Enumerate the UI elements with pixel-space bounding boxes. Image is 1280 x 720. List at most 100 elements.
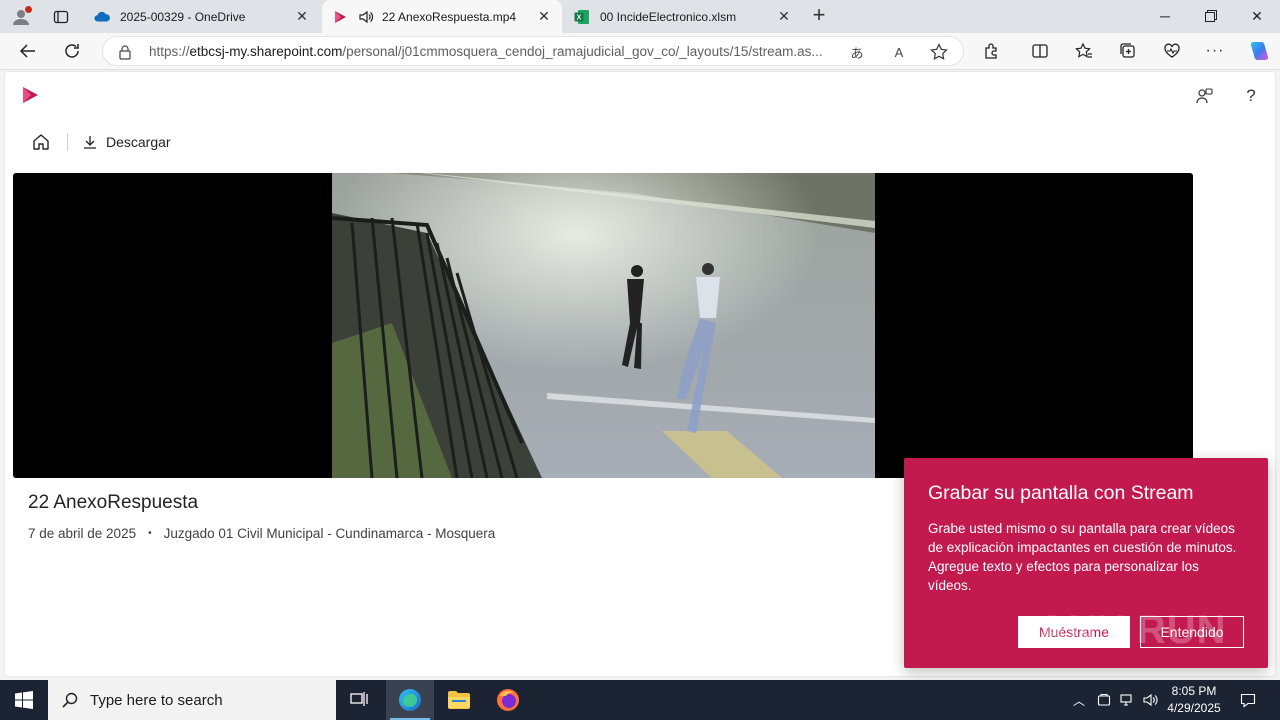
taskbar-file-explorer[interactable] bbox=[435, 680, 483, 720]
video-surveillance-frame bbox=[332, 173, 875, 478]
windows-taskbar: Type here to search ︿ 8:05 PM 4/29/2025 bbox=[0, 680, 1280, 720]
search-placeholder: Type here to search bbox=[90, 691, 223, 709]
home-button[interactable] bbox=[25, 130, 57, 154]
arrow-left-icon bbox=[19, 44, 35, 58]
taskbar-clock[interactable]: 8:05 PM 4/29/2025 bbox=[1156, 683, 1232, 717]
split-screen-icon bbox=[1032, 44, 1048, 58]
tab-label: 22 AnexoRespuesta.mp4 bbox=[382, 9, 517, 24]
browser-toolbar: https://etbcsj-my.sharepoint.com/persona… bbox=[0, 33, 1280, 70]
refresh-button[interactable] bbox=[57, 37, 87, 65]
tab-actions-icon bbox=[53, 10, 69, 24]
heart-pulse-icon bbox=[1164, 43, 1180, 58]
feedback-icon bbox=[1196, 88, 1213, 104]
record-screen-callout: Grabar su pantalla con Stream Grabe uste… bbox=[904, 458, 1268, 668]
url-path: /personal/j01cmmosquera_cendoj_ramajudic… bbox=[342, 44, 823, 59]
feedback-button[interactable] bbox=[1192, 84, 1216, 108]
search-icon bbox=[62, 692, 78, 708]
back-button[interactable] bbox=[13, 37, 43, 65]
new-tab-button[interactable]: + bbox=[806, 3, 832, 29]
clock-time: 8:05 PM bbox=[1171, 684, 1217, 698]
video-title: 22 AnexoRespuesta bbox=[28, 492, 199, 513]
clock-date: 4/29/2025 bbox=[1167, 701, 1221, 715]
edge-icon bbox=[399, 689, 421, 711]
command-bar: Descargar bbox=[25, 130, 171, 154]
start-button[interactable] bbox=[0, 680, 48, 720]
url-text: https://etbcsj-my.sharepoint.com/persona… bbox=[149, 44, 849, 59]
copilot-icon bbox=[1250, 42, 1269, 60]
refresh-icon bbox=[65, 44, 79, 58]
stream-logo-icon bbox=[23, 87, 38, 103]
show-me-button[interactable]: Muéstrame bbox=[1018, 616, 1130, 648]
more-dots-icon: ··· bbox=[1205, 42, 1225, 59]
defender-tray-icon[interactable] bbox=[1093, 680, 1115, 720]
callout-title: Grabar su pantalla con Stream bbox=[928, 482, 1194, 504]
translate-icon[interactable]: あ bbox=[847, 42, 867, 62]
address-bar[interactable]: https://etbcsj-my.sharepoint.com/persona… bbox=[102, 36, 964, 66]
close-icon: ✕ bbox=[1251, 7, 1263, 24]
browser-tab-strip: 2025-00329 - OneDrive ✕ 22 AnexoRespuest… bbox=[0, 0, 1280, 33]
tab-label: 2025-00329 - OneDrive bbox=[120, 9, 246, 24]
callout-body: Grabe usted mismo o su pantalla para cre… bbox=[928, 521, 1237, 593]
extensions-button[interactable] bbox=[977, 37, 1007, 65]
tab-close-icon[interactable]: ✕ bbox=[776, 8, 792, 25]
speaker-icon[interactable] bbox=[358, 9, 374, 25]
plus-icon: + bbox=[812, 2, 826, 27]
tab-label: 00 IncideElectronico.xlsm bbox=[600, 9, 737, 24]
stream-icon bbox=[332, 9, 348, 25]
firefox-icon bbox=[497, 689, 519, 711]
tab-excel-file[interactable]: X 00 IncideElectronico.xlsm ✕ bbox=[564, 0, 802, 33]
excel-icon: X bbox=[574, 9, 590, 25]
collections-icon bbox=[1120, 43, 1135, 58]
tab-actions-button[interactable] bbox=[48, 4, 74, 30]
show-hidden-icons-button[interactable]: ︿ bbox=[1068, 680, 1090, 720]
profile-avatar[interactable] bbox=[8, 4, 34, 30]
minimize-icon: ─ bbox=[1160, 8, 1170, 24]
settings-more-button[interactable]: ··· bbox=[1200, 37, 1230, 65]
onedrive-icon bbox=[94, 9, 110, 25]
callout-actions: Muéstrame Entendido bbox=[1018, 616, 1244, 648]
question-icon: ? bbox=[1246, 86, 1256, 105]
command-divider bbox=[67, 133, 68, 151]
download-label: Descargar bbox=[106, 134, 171, 150]
download-icon bbox=[84, 136, 96, 149]
video-player[interactable] bbox=[13, 173, 1193, 478]
restore-icon bbox=[1205, 10, 1217, 22]
network-icon[interactable] bbox=[1116, 680, 1138, 720]
help-button[interactable]: ? bbox=[1239, 84, 1263, 108]
url-domain: etbcsj-my.sharepoint.com bbox=[189, 44, 343, 59]
tab-close-icon[interactable]: ✕ bbox=[536, 8, 552, 25]
download-button[interactable]: Descargar bbox=[82, 134, 171, 150]
url-prefix: https:// bbox=[149, 44, 190, 59]
svg-text:X: X bbox=[577, 14, 582, 21]
task-view-button[interactable] bbox=[336, 680, 384, 720]
action-center-button[interactable] bbox=[1236, 680, 1260, 720]
split-screen-button[interactable] bbox=[1025, 37, 1055, 65]
folder-icon bbox=[448, 691, 470, 709]
browser-essentials-button[interactable] bbox=[1157, 37, 1187, 65]
read-aloud-icon[interactable]: A bbox=[889, 42, 909, 62]
tab-stream-video[interactable]: 22 AnexoRespuesta.mp4 ✕ bbox=[322, 0, 562, 33]
home-icon bbox=[33, 134, 49, 150]
favorite-star-icon[interactable] bbox=[929, 42, 949, 62]
video-date: 7 de abril de 2025 bbox=[28, 526, 137, 541]
lock-icon[interactable] bbox=[118, 44, 132, 63]
task-view-icon bbox=[350, 692, 368, 706]
got-it-button[interactable]: Entendido bbox=[1140, 616, 1244, 648]
favorites-button[interactable] bbox=[1069, 37, 1099, 65]
favorites-icon bbox=[1075, 42, 1092, 58]
copilot-button[interactable] bbox=[1243, 37, 1273, 65]
taskbar-firefox[interactable] bbox=[484, 680, 532, 720]
minimize-button[interactable]: ─ bbox=[1142, 0, 1188, 32]
tab-onedrive[interactable]: 2025-00329 - OneDrive ✕ bbox=[84, 0, 320, 33]
stream-logo[interactable] bbox=[20, 85, 40, 108]
taskbar-search-box[interactable]: Type here to search bbox=[48, 680, 336, 720]
tab-close-icon[interactable]: ✕ bbox=[294, 8, 310, 25]
close-window-button[interactable]: ✕ bbox=[1234, 0, 1280, 32]
restore-button[interactable] bbox=[1188, 0, 1234, 32]
taskbar-edge-app[interactable] bbox=[386, 680, 434, 720]
collections-button[interactable] bbox=[1113, 37, 1143, 65]
video-metadata: 7 de abril de 2025 • Juzgado 01 Civil Mu… bbox=[28, 526, 495, 541]
notification-icon bbox=[1240, 693, 1256, 708]
windows-logo-icon bbox=[15, 691, 33, 709]
meta-separator: • bbox=[148, 528, 152, 539]
